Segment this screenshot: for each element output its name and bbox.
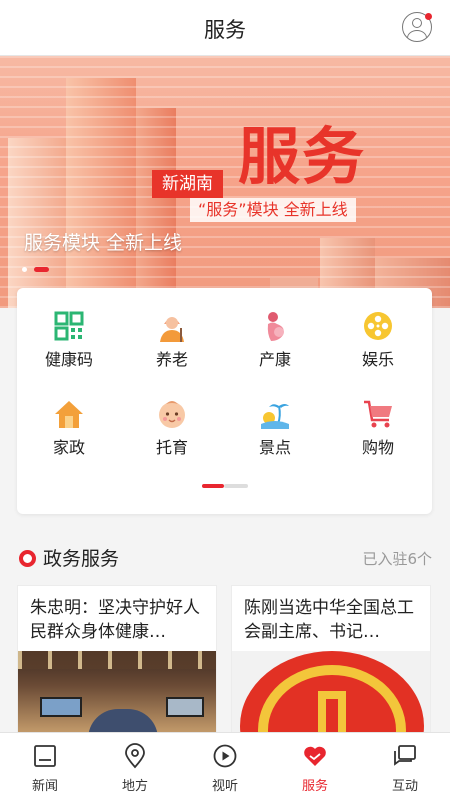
nav-interact[interactable]: 互动 xyxy=(360,733,450,800)
nav-label: 地方 xyxy=(121,779,148,794)
nav-label: 新闻 xyxy=(31,779,58,794)
nav-media[interactable]: 视听 xyxy=(180,733,270,800)
qr-code-icon xyxy=(53,310,85,342)
service-label: 产康 xyxy=(258,350,291,369)
service-label: 养老 xyxy=(155,350,188,369)
house-icon xyxy=(53,398,85,430)
page-title: 服务 xyxy=(204,18,246,42)
hall-screen xyxy=(40,697,82,717)
services-grid: 健康码 养老 产康 娱乐 家政 托育 景点 购物 xyxy=(17,288,432,514)
carousel-dot[interactable] xyxy=(22,267,27,272)
heart-icon xyxy=(302,743,328,769)
hall-screen xyxy=(166,697,204,717)
news-title: 陈刚当选中华全国总工会副主席、书记… xyxy=(244,598,414,642)
elderly-icon xyxy=(156,310,188,342)
hero-banner[interactable]: 服务 新湖南 “服务”模块 全新上线 服务模块 全新上线 xyxy=(0,56,450,308)
section-ring-icon xyxy=(19,550,36,567)
emblem-mark xyxy=(318,691,346,734)
banner-texture xyxy=(0,56,450,308)
service-label: 娱乐 xyxy=(361,350,394,369)
news-thumbnail xyxy=(18,651,216,734)
service-label: 购物 xyxy=(361,438,394,457)
notification-dot xyxy=(425,13,432,20)
nav-label: 互动 xyxy=(391,779,418,794)
news-card[interactable]: 陈刚当选中华全国总工会副主席、书记… xyxy=(231,585,431,735)
service-entertainment[interactable]: 娱乐 xyxy=(327,310,429,370)
newspaper-icon xyxy=(32,743,58,769)
news-card[interactable]: 朱忠明：坚决守护好人民群众身体健康… xyxy=(17,585,217,735)
palm-beach-icon xyxy=(259,398,291,430)
service-housekeeping[interactable]: 家政 xyxy=(18,398,120,458)
service-label: 健康码 xyxy=(44,350,93,369)
service-health-code[interactable]: 健康码 xyxy=(18,310,120,370)
service-childcare[interactable]: 托育 xyxy=(121,398,223,458)
service-label: 景点 xyxy=(258,438,291,457)
nav-news[interactable]: 新闻 xyxy=(0,733,90,800)
banner-headline: 服务 xyxy=(238,120,367,193)
top-bar: 服务 xyxy=(0,0,450,56)
nav-local[interactable]: 地方 xyxy=(90,733,180,800)
nav-label: 服务 xyxy=(301,779,328,794)
carousel-dot-active[interactable] xyxy=(34,267,49,272)
bottom-navigation: 新闻 地方 视听 服务 互动 xyxy=(0,732,450,800)
location-pin-icon xyxy=(122,743,148,769)
gov-services-header: 政务服务 已入驻6个 xyxy=(17,544,432,572)
section-more-link[interactable]: 已入驻6个 xyxy=(362,548,432,569)
service-scenic-spots[interactable]: 景点 xyxy=(224,398,326,458)
service-shopping[interactable]: 购物 xyxy=(327,398,429,458)
baby-icon xyxy=(156,398,188,430)
service-label: 托育 xyxy=(155,438,188,457)
chat-icon xyxy=(392,743,418,769)
film-reel-icon xyxy=(362,310,394,342)
grid-page-indicator[interactable] xyxy=(224,484,248,488)
section-title: 政务服务 xyxy=(43,548,120,570)
news-thumbnail xyxy=(232,651,430,734)
shopping-cart-icon xyxy=(362,398,394,430)
hall-ceiling-lights xyxy=(18,651,216,669)
grid-page-indicator-active[interactable] xyxy=(202,484,224,488)
play-icon xyxy=(212,743,238,769)
service-elderly-care[interactable]: 养老 xyxy=(121,310,223,370)
nav-label: 视听 xyxy=(211,779,238,794)
user-icon-body xyxy=(407,30,427,41)
news-title: 朱忠明：坚决守护好人民群众身体健康… xyxy=(30,598,200,642)
banner-caption: 服务模块 全新上线 xyxy=(24,232,183,254)
nav-services[interactable]: 服务 xyxy=(270,733,360,800)
banner-tag-brand: 新湖南 xyxy=(152,170,223,198)
service-label: 家政 xyxy=(52,438,85,457)
pregnancy-icon xyxy=(259,310,291,342)
banner-tag-subtitle: “服务”模块 全新上线 xyxy=(190,198,356,222)
user-icon xyxy=(412,18,422,28)
service-postpartum[interactable]: 产康 xyxy=(224,310,326,370)
